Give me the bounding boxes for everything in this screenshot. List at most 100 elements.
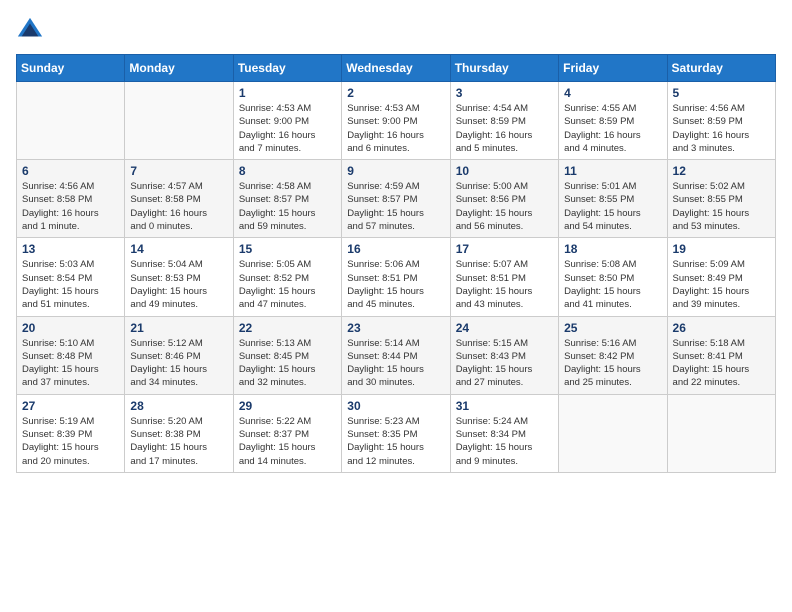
- day-number: 23: [347, 321, 444, 335]
- calendar-week-row: 6 Sunrise: 4:56 AM Sunset: 8:58 PM Daylig…: [17, 160, 776, 238]
- day-info: Sunrise: 5:08 AM Sunset: 8:50 PM Dayligh…: [564, 258, 661, 311]
- day-info: Sunrise: 4:53 AM Sunset: 9:00 PM Dayligh…: [347, 102, 444, 155]
- day-info: Sunrise: 5:12 AM Sunset: 8:46 PM Dayligh…: [130, 337, 227, 390]
- day-number: 5: [673, 86, 770, 100]
- day-info: Sunrise: 4:55 AM Sunset: 8:59 PM Dayligh…: [564, 102, 661, 155]
- calendar-cell: 12Sunrise: 5:02 AM Sunset: 8:55 PM Dayli…: [667, 160, 775, 238]
- calendar-cell: 30 Sunrise: 5:23 AM Sunset: 8:35 PM Dayli…: [342, 394, 450, 472]
- calendar-cell: 21 Sunrise: 5:12 AM Sunset: 8:46 PM Dayli…: [125, 316, 233, 394]
- calendar-cell: [667, 394, 775, 472]
- calendar-cell: 17 Sunrise: 5:07 AM Sunset: 8:51 PM Dayli…: [450, 238, 558, 316]
- calendar-cell: 1 Sunrise: 4:53 AM Sunset: 9:00 PM Daylig…: [233, 82, 341, 160]
- day-info: Sunrise: 5:23 AM Sunset: 8:35 PM Dayligh…: [347, 415, 444, 468]
- calendar-cell: [559, 394, 667, 472]
- day-number: 26: [673, 321, 770, 335]
- day-info: Sunrise: 5:24 AM Sunset: 8:34 PM Dayligh…: [456, 415, 553, 468]
- calendar-cell: 27 Sunrise: 5:19 AM Sunset: 8:39 PM Dayli…: [17, 394, 125, 472]
- weekday-header: Friday: [559, 55, 667, 82]
- calendar-cell: 5 Sunrise: 4:56 AM Sunset: 8:59 PM Daylig…: [667, 82, 775, 160]
- calendar-cell: 11 Sunrise: 5:01 AM Sunset: 8:55 PM Dayli…: [559, 160, 667, 238]
- day-info: Sunrise: 5:20 AM Sunset: 8:38 PM Dayligh…: [130, 415, 227, 468]
- calendar-cell: 3Sunrise: 4:54 AM Sunset: 8:59 PM Daylig…: [450, 82, 558, 160]
- calendar-cell: 16 Sunrise: 5:06 AM Sunset: 8:51 PM Dayli…: [342, 238, 450, 316]
- day-info: Sunrise: 4:57 AM Sunset: 8:58 PM Dayligh…: [130, 180, 227, 233]
- day-number: 21: [130, 321, 227, 335]
- calendar-cell: 19 Sunrise: 5:09 AM Sunset: 8:49 PM Dayli…: [667, 238, 775, 316]
- day-number: 9: [347, 164, 444, 178]
- calendar-cell: 29 Sunrise: 5:22 AM Sunset: 8:37 PM Dayli…: [233, 394, 341, 472]
- calendar-cell: 2 Sunrise: 4:53 AM Sunset: 9:00 PM Daylig…: [342, 82, 450, 160]
- day-number: 19: [673, 242, 770, 256]
- day-number: 13: [22, 242, 119, 256]
- day-number: 11: [564, 164, 661, 178]
- day-number: 2: [347, 86, 444, 100]
- day-info: Sunrise: 5:19 AM Sunset: 8:39 PM Dayligh…: [22, 415, 119, 468]
- calendar-cell: 6 Sunrise: 4:56 AM Sunset: 8:58 PM Daylig…: [17, 160, 125, 238]
- day-info: Sunrise: 5:16 AM Sunset: 8:42 PM Dayligh…: [564, 337, 661, 390]
- day-info: Sunrise: 5:22 AM Sunset: 8:37 PM Dayligh…: [239, 415, 336, 468]
- day-info: Sunrise: 5:06 AM Sunset: 8:51 PM Dayligh…: [347, 258, 444, 311]
- day-number: 14: [130, 242, 227, 256]
- calendar-week-row: 1 Sunrise: 4:53 AM Sunset: 9:00 PM Daylig…: [17, 82, 776, 160]
- calendar-cell: 14 Sunrise: 5:04 AM Sunset: 8:53 PM Dayli…: [125, 238, 233, 316]
- day-info: Sunrise: 5:10 AM Sunset: 8:48 PM Dayligh…: [22, 337, 119, 390]
- calendar-cell: 20Sunrise: 5:10 AM Sunset: 8:48 PM Dayli…: [17, 316, 125, 394]
- day-info: Sunrise: 5:03 AM Sunset: 8:54 PM Dayligh…: [22, 258, 119, 311]
- weekday-header: Sunday: [17, 55, 125, 82]
- day-number: 17: [456, 242, 553, 256]
- day-info: Sunrise: 4:53 AM Sunset: 9:00 PM Dayligh…: [239, 102, 336, 155]
- calendar-week-row: 27 Sunrise: 5:19 AM Sunset: 8:39 PM Dayli…: [17, 394, 776, 472]
- day-info: Sunrise: 4:56 AM Sunset: 8:58 PM Dayligh…: [22, 180, 119, 233]
- logo: [16, 16, 48, 44]
- day-number: 16: [347, 242, 444, 256]
- day-info: Sunrise: 5:13 AM Sunset: 8:45 PM Dayligh…: [239, 337, 336, 390]
- day-number: 3: [456, 86, 553, 100]
- calendar-cell: 31Sunrise: 5:24 AM Sunset: 8:34 PM Dayli…: [450, 394, 558, 472]
- day-info: Sunrise: 5:05 AM Sunset: 8:52 PM Dayligh…: [239, 258, 336, 311]
- weekday-header: Tuesday: [233, 55, 341, 82]
- day-info: Sunrise: 5:18 AM Sunset: 8:41 PM Dayligh…: [673, 337, 770, 390]
- calendar-cell: 23 Sunrise: 5:14 AM Sunset: 8:44 PM Dayli…: [342, 316, 450, 394]
- day-number: 29: [239, 399, 336, 413]
- calendar-cell: 4Sunrise: 4:55 AM Sunset: 8:59 PM Daylig…: [559, 82, 667, 160]
- day-number: 22: [239, 321, 336, 335]
- day-info: Sunrise: 5:04 AM Sunset: 8:53 PM Dayligh…: [130, 258, 227, 311]
- day-number: 10: [456, 164, 553, 178]
- day-info: Sunrise: 4:56 AM Sunset: 8:59 PM Dayligh…: [673, 102, 770, 155]
- calendar-cell: 13 Sunrise: 5:03 AM Sunset: 8:54 PM Dayli…: [17, 238, 125, 316]
- calendar-header-row: SundayMondayTuesdayWednesdayThursdayFrid…: [17, 55, 776, 82]
- weekday-header: Saturday: [667, 55, 775, 82]
- calendar-cell: 22 Sunrise: 5:13 AM Sunset: 8:45 PM Dayli…: [233, 316, 341, 394]
- calendar-table: SundayMondayTuesdayWednesdayThursdayFrid…: [16, 54, 776, 473]
- day-number: 30: [347, 399, 444, 413]
- day-number: 1: [239, 86, 336, 100]
- day-number: 6: [22, 164, 119, 178]
- day-number: 8: [239, 164, 336, 178]
- calendar-cell: 10Sunrise: 5:00 AM Sunset: 8:56 PM Dayli…: [450, 160, 558, 238]
- weekday-header: Wednesday: [342, 55, 450, 82]
- calendar-cell: 7Sunrise: 4:57 AM Sunset: 8:58 PM Daylig…: [125, 160, 233, 238]
- day-info: Sunrise: 5:14 AM Sunset: 8:44 PM Dayligh…: [347, 337, 444, 390]
- calendar-cell: [17, 82, 125, 160]
- day-info: Sunrise: 5:01 AM Sunset: 8:55 PM Dayligh…: [564, 180, 661, 233]
- calendar-cell: 9 Sunrise: 4:59 AM Sunset: 8:57 PM Daylig…: [342, 160, 450, 238]
- day-number: 27: [22, 399, 119, 413]
- day-info: Sunrise: 5:02 AM Sunset: 8:55 PM Dayligh…: [673, 180, 770, 233]
- day-number: 25: [564, 321, 661, 335]
- calendar-week-row: 13 Sunrise: 5:03 AM Sunset: 8:54 PM Dayli…: [17, 238, 776, 316]
- logo-icon: [16, 16, 44, 44]
- calendar-cell: [125, 82, 233, 160]
- day-number: 24: [456, 321, 553, 335]
- weekday-header: Monday: [125, 55, 233, 82]
- weekday-header: Thursday: [450, 55, 558, 82]
- calendar-cell: 15 Sunrise: 5:05 AM Sunset: 8:52 PM Dayli…: [233, 238, 341, 316]
- day-info: Sunrise: 5:15 AM Sunset: 8:43 PM Dayligh…: [456, 337, 553, 390]
- day-info: Sunrise: 4:59 AM Sunset: 8:57 PM Dayligh…: [347, 180, 444, 233]
- day-number: 18: [564, 242, 661, 256]
- calendar-cell: 28 Sunrise: 5:20 AM Sunset: 8:38 PM Dayli…: [125, 394, 233, 472]
- day-number: 15: [239, 242, 336, 256]
- day-info: Sunrise: 5:07 AM Sunset: 8:51 PM Dayligh…: [456, 258, 553, 311]
- calendar-cell: 26 Sunrise: 5:18 AM Sunset: 8:41 PM Dayli…: [667, 316, 775, 394]
- day-info: Sunrise: 5:09 AM Sunset: 8:49 PM Dayligh…: [673, 258, 770, 311]
- day-number: 28: [130, 399, 227, 413]
